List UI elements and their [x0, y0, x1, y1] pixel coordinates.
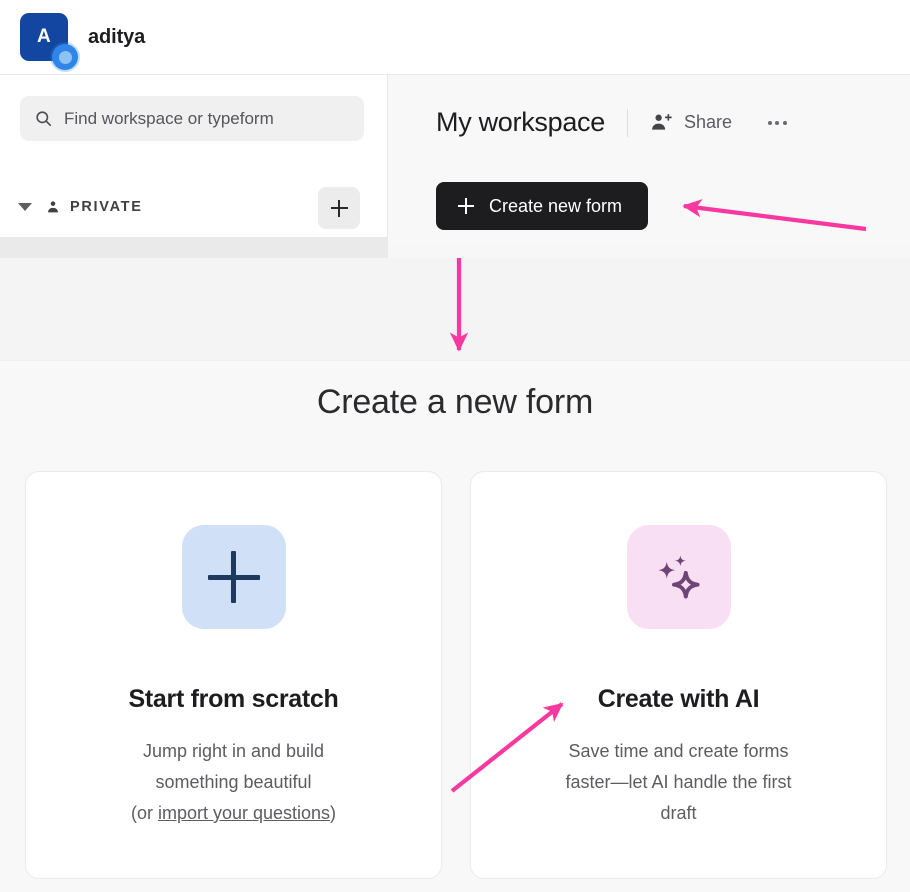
section-gap	[0, 258, 910, 360]
search-input-placeholder: Find workspace or typeform	[64, 109, 274, 129]
chevron-down-icon[interactable]	[18, 203, 32, 211]
header-divider	[627, 109, 628, 137]
start-from-scratch-description: Jump right in and build something beauti…	[69, 736, 399, 829]
search-input[interactable]: Find workspace or typeform	[20, 96, 364, 141]
create-new-form-button[interactable]: Create new form	[436, 182, 648, 230]
workspace-title: My workspace	[436, 107, 605, 138]
description-line-3: draft	[660, 803, 696, 823]
create-with-ai-icon-tile	[627, 525, 731, 629]
create-new-form-label: Create new form	[489, 196, 622, 217]
description-suffix: )	[330, 803, 336, 823]
start-from-scratch-title: Start from scratch	[129, 685, 339, 714]
create-a-new-form-title: Create a new form	[0, 383, 910, 422]
share-label: Share	[684, 112, 732, 133]
form-type-cards: Start from scratch Jump right in and bui…	[25, 471, 890, 879]
more-options-button[interactable]	[762, 111, 792, 135]
create-with-ai-title: Create with AI	[598, 685, 760, 714]
description-line-2: something beautiful	[155, 772, 311, 792]
cursor-click-indicator-icon	[52, 44, 78, 70]
sidebar: Find workspace or typeform PRIVATE	[0, 75, 388, 237]
workspace-header: My workspace Share	[436, 107, 792, 138]
import-your-questions-link[interactable]: import your questions	[158, 803, 330, 823]
description-prefix: (or	[131, 803, 158, 823]
account-avatar-wrap[interactable]: A	[20, 13, 68, 61]
sparkles-icon	[650, 548, 708, 606]
plus-icon	[331, 200, 348, 217]
start-from-scratch-card[interactable]: Start from scratch Jump right in and bui…	[25, 471, 442, 879]
screen-root: A aditya Find workspace or typeform PRIV	[0, 0, 910, 892]
start-from-scratch-icon-tile	[182, 525, 286, 629]
account-name: aditya	[88, 26, 145, 49]
ellipsis-icon-dot	[775, 121, 779, 125]
plus-icon	[208, 551, 260, 603]
create-with-ai-description: Save time and create forms faster—let AI…	[514, 736, 844, 829]
sidebar-section-private: PRIVATE	[18, 187, 368, 227]
workspace-pane: My workspace Share	[389, 75, 910, 242]
sidebar-bottom-strip	[0, 237, 388, 258]
description-line-1: Save time and create forms	[568, 741, 788, 761]
description-line-1: Jump right in and build	[143, 741, 324, 761]
create-with-ai-card[interactable]: Create with AI Save time and create form…	[470, 471, 887, 879]
plus-icon	[458, 198, 474, 214]
ellipsis-icon-dot	[783, 121, 787, 125]
person-add-icon	[650, 111, 673, 134]
top-bar: A aditya	[0, 0, 910, 75]
person-icon	[45, 199, 61, 215]
add-workspace-button[interactable]	[318, 187, 360, 229]
ellipsis-icon-dot	[768, 121, 772, 125]
share-button[interactable]: Share	[650, 111, 732, 134]
description-line-2: faster—let AI handle the first	[565, 772, 791, 792]
search-icon	[34, 109, 53, 128]
sidebar-section-private-label: PRIVATE	[70, 199, 143, 215]
create-form-modal: Create a new form Start from scratch Jum…	[0, 360, 910, 892]
app-section: A aditya Find workspace or typeform PRIV	[0, 0, 910, 258]
